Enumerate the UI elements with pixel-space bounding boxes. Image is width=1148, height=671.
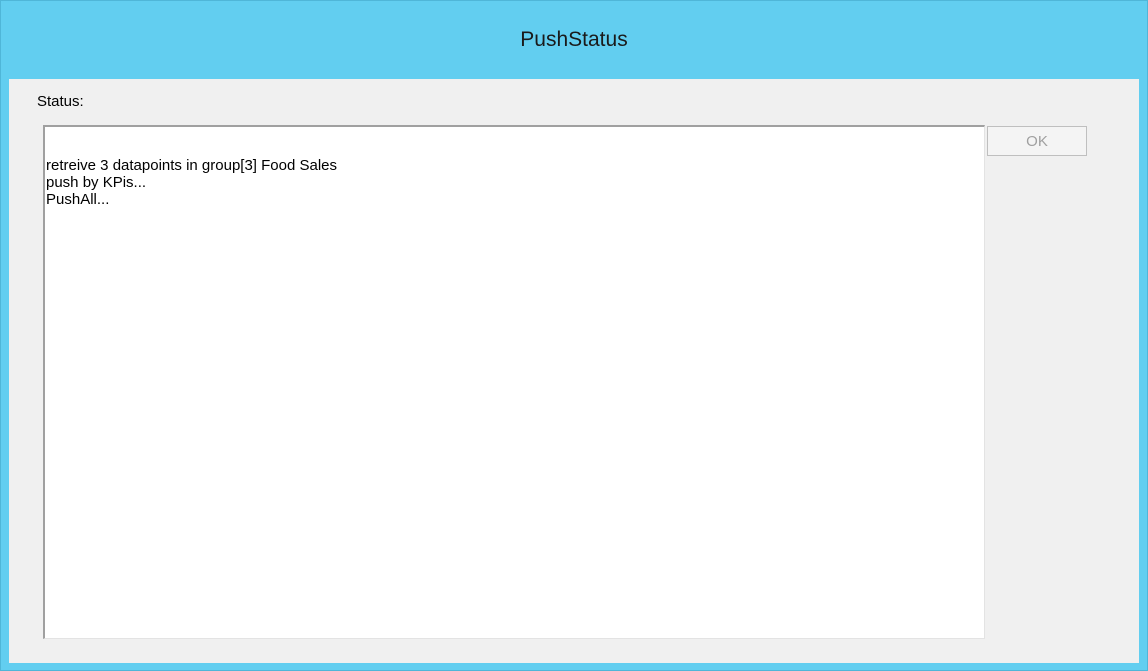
- status-line: push by KPis...: [46, 174, 147, 191]
- title-bar[interactable]: PushStatus: [1, 1, 1147, 79]
- dialog-client-area: Status: retreive 3 datapoints in group[3…: [9, 79, 1139, 663]
- status-line: PushAll...: [46, 191, 110, 208]
- status-label: Status:: [37, 93, 84, 110]
- push-status-window: PushStatus Status: retreive 3 datapoints…: [0, 0, 1148, 671]
- window-title: PushStatus: [520, 28, 628, 51]
- status-textbox[interactable]: retreive 3 datapoints in group[3] Food S…: [43, 125, 985, 639]
- status-line: retreive 3 datapoints in group[3] Food S…: [46, 157, 338, 174]
- ok-button[interactable]: OK: [987, 126, 1087, 156]
